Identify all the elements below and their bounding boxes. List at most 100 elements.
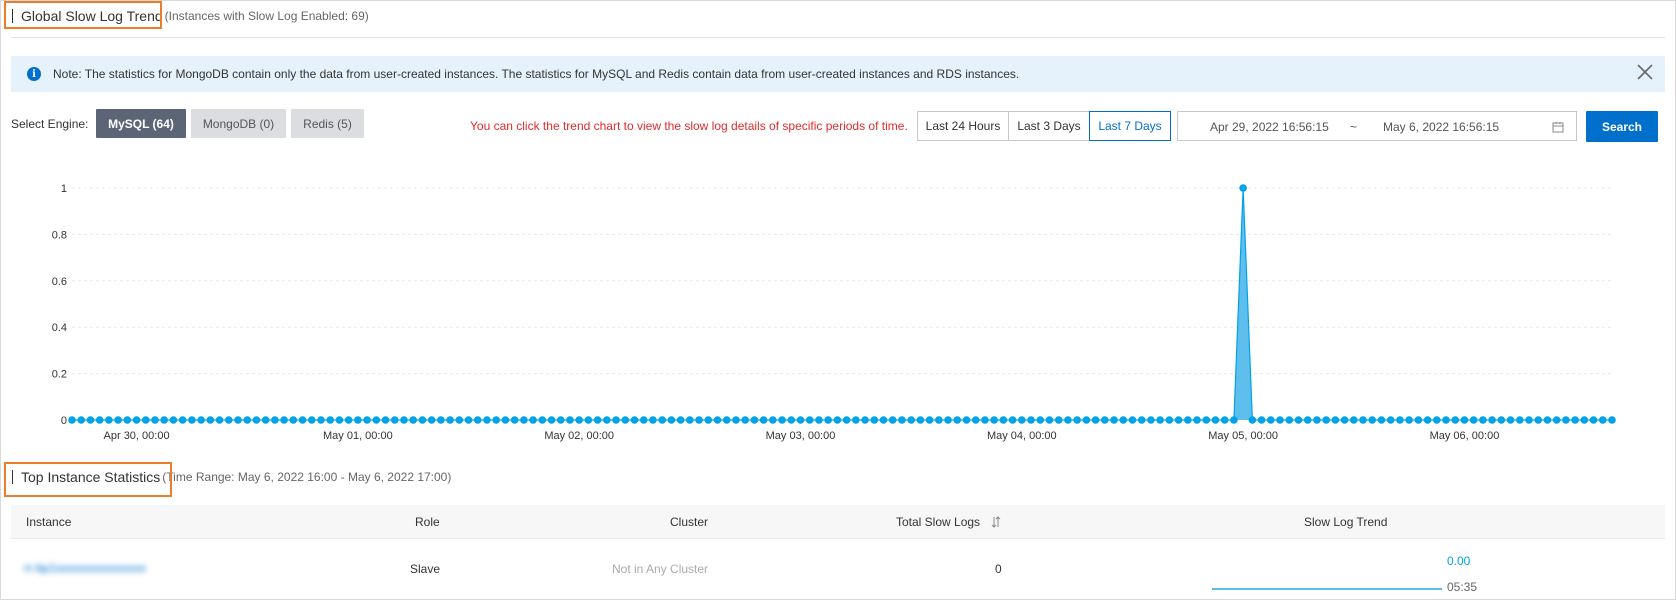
engine-mysql-button[interactable]: MySQL (64) — [96, 109, 186, 138]
data-point — [953, 416, 962, 424]
notice-banner: i Note: The statistics for MongoDB conta… — [11, 56, 1665, 92]
data-point — [1423, 416, 1432, 424]
data-point — [1368, 416, 1377, 424]
search-button[interactable]: Search — [1586, 111, 1658, 142]
date-separator: ~ — [1350, 120, 1358, 134]
data-point — [455, 416, 464, 424]
data-point — [1008, 416, 1017, 424]
data-point — [713, 416, 722, 424]
data-point — [990, 416, 998, 424]
section-divider — [11, 37, 1665, 38]
data-point — [1073, 416, 1081, 424]
data-point — [612, 416, 620, 424]
data-point — [1174, 416, 1183, 424]
data-point — [298, 416, 307, 424]
data-point — [1543, 416, 1552, 424]
data-point — [1128, 416, 1137, 424]
data-point — [741, 416, 749, 424]
data-point — [547, 416, 556, 424]
data-point — [667, 416, 676, 424]
data-point — [105, 416, 113, 424]
data-point — [1488, 416, 1496, 424]
data-point — [842, 416, 851, 424]
data-point — [695, 416, 703, 424]
data-point — [1036, 416, 1045, 424]
column-instance: Instance — [26, 515, 72, 529]
instance-link[interactable]: rr-bp1xxxxxxxxxxxxxxx — [24, 561, 146, 575]
data-point — [1211, 416, 1220, 424]
data-point — [870, 416, 879, 424]
y-axis-ticks: 1 0.8 0.6 0.4 0.2 0 — [52, 183, 67, 427]
x-tick-label: May 02, 00:00 — [544, 430, 614, 442]
close-icon[interactable] — [1635, 62, 1655, 82]
data-point — [1137, 416, 1146, 424]
data-point — [1184, 416, 1192, 424]
data-point — [566, 416, 574, 424]
data-point — [1285, 416, 1294, 424]
range-24h-button[interactable]: Last 24 Hours — [917, 111, 1009, 141]
data-point — [759, 416, 768, 424]
data-point — [999, 416, 1008, 424]
date-range-picker[interactable]: Apr 29, 2022 16:56:15 ~ May 6, 2022 16:5… — [1177, 111, 1577, 141]
data-point — [1045, 416, 1054, 424]
data-point — [363, 416, 371, 424]
data-point — [1580, 416, 1589, 424]
data-point — [584, 416, 593, 424]
engine-mongodb-button[interactable]: MongoDB (0) — [191, 109, 286, 138]
chart-series — [68, 184, 1616, 424]
y-tick-label: 1 — [61, 183, 67, 195]
column-total-slow-logs[interactable]: Total Slow Logs — [896, 515, 1002, 529]
data-point — [1147, 416, 1155, 424]
data-point — [1091, 416, 1100, 424]
chart-grid — [72, 187, 1612, 375]
data-point — [1313, 416, 1321, 424]
highlight-box-trend-title — [4, 1, 162, 29]
role-cell: Slave — [410, 562, 441, 576]
y-tick-label: 0 — [61, 415, 67, 427]
data-point — [1018, 416, 1026, 424]
date-start: Apr 29, 2022 16:56:15 — [1210, 120, 1329, 134]
data-point — [925, 416, 934, 424]
cluster-cell: Not in Any Cluster — [612, 562, 709, 576]
engine-redis-button[interactable]: Redis (5) — [291, 109, 364, 138]
data-point — [1479, 416, 1487, 424]
slow-log-trend-chart[interactable]: 1 0.8 0.6 0.4 0.2 0 Apr 30, 00:00 May 01, 00:0… — [0, 150, 1676, 450]
data-point — [141, 416, 150, 424]
data-point — [1082, 416, 1091, 424]
range-7d-button[interactable]: Last 7 Days — [1089, 111, 1171, 141]
engine-label: Select Engine: — [11, 117, 89, 131]
data-point — [446, 416, 454, 424]
data-point — [658, 416, 666, 424]
data-point — [971, 416, 980, 424]
data-point — [1064, 416, 1072, 424]
data-point — [1405, 416, 1413, 424]
data-point — [603, 416, 611, 424]
sort-icon[interactable] — [990, 516, 1002, 528]
data-point — [326, 416, 335, 424]
data-point — [879, 416, 888, 424]
data-point — [197, 416, 205, 424]
data-point — [492, 416, 500, 424]
total-slow-logs-cell: 0 — [995, 562, 1002, 576]
data-point — [271, 416, 279, 424]
y-tick-label: 0.2 — [52, 369, 67, 381]
data-point — [824, 416, 832, 424]
highlight-box-top-title — [4, 462, 172, 497]
data-point — [335, 416, 344, 424]
data-point — [1432, 416, 1441, 424]
data-point — [1552, 416, 1561, 424]
data-point — [1119, 416, 1128, 424]
data-point — [888, 416, 897, 424]
data-point — [354, 416, 362, 424]
range-3d-button[interactable]: Last 3 Days — [1008, 111, 1090, 141]
data-point — [114, 416, 122, 424]
data-point — [962, 416, 971, 424]
data-point — [1562, 416, 1570, 424]
data-point — [1257, 416, 1266, 424]
data-point — [1054, 416, 1063, 424]
data-point — [1202, 416, 1211, 424]
data-point — [234, 416, 242, 424]
data-point — [437, 416, 445, 424]
data-point — [372, 416, 381, 424]
data-point — [1303, 416, 1312, 424]
